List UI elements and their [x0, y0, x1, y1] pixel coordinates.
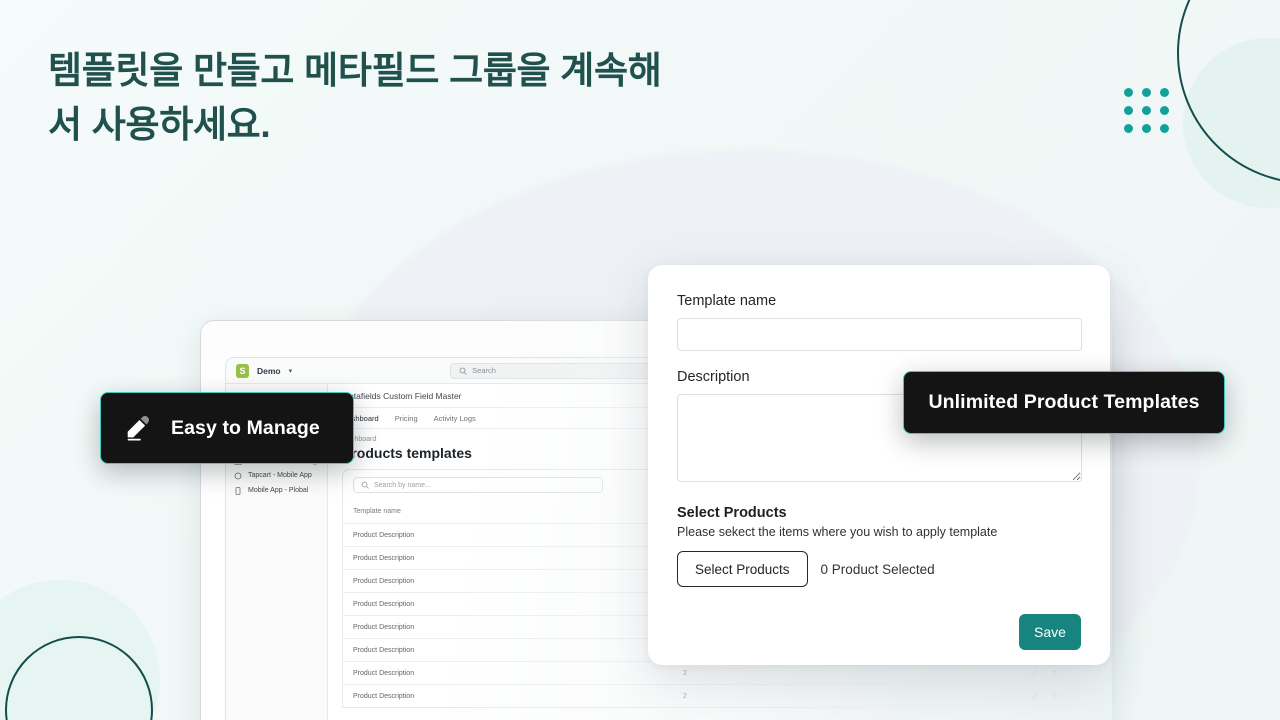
sidebar-item-label: Tapcart - Mobile App: [248, 472, 312, 479]
delete-row-button[interactable]: [1047, 690, 1061, 702]
edit-row-button[interactable]: [1027, 667, 1041, 679]
cell-template-name: Product Description: [353, 669, 415, 677]
cell-template-name: Product Description: [353, 600, 415, 608]
sidebar-item-plobal[interactable]: Mobile App - Plobal: [226, 483, 327, 498]
cell-count: 2: [683, 669, 687, 677]
template-name-input[interactable]: [677, 318, 1082, 351]
cell-template-name: Product Description: [353, 554, 415, 562]
unlimited-templates-label: Unlimited Product Templates: [928, 391, 1200, 413]
select-products-button[interactable]: Select Products: [677, 551, 808, 587]
cell-template-name: Product Description: [353, 646, 415, 654]
delete-row-button[interactable]: [1047, 667, 1061, 679]
cell-count: 2: [683, 692, 687, 700]
page-title: 템플릿을 만들고 메타필드 그룹을 계속해 서 사용하세요.: [48, 50, 662, 145]
row-actions: [1027, 690, 1061, 702]
template-form-card: Template name Description Select Product…: [648, 265, 1110, 665]
pencil-icon: [123, 413, 153, 443]
easy-to-manage-label: Easy to Manage: [171, 416, 320, 439]
cell-template-name: Product Description: [353, 623, 415, 631]
tab-activity-logs[interactable]: Activity Logs: [434, 414, 476, 423]
template-name-label: Template name: [677, 293, 777, 309]
admin-search-input[interactable]: Search: [450, 362, 681, 379]
edit-row-button[interactable]: [1027, 690, 1041, 702]
search-icon: [361, 481, 369, 489]
table-search-placeholder: Search by name...: [374, 481, 431, 489]
promo-banner: 템플릿을 만들고 메타필드 그룹을 계속해 서 사용하세요. Demo ▾ Se…: [0, 0, 1280, 720]
select-products-subtitle: Please sekect the items where you wish t…: [677, 525, 998, 539]
tab-pricing[interactable]: Pricing: [395, 414, 418, 423]
cell-template-name: Product Description: [353, 577, 415, 585]
dot-grid-icon: [1124, 88, 1172, 136]
pencil-icon: [1031, 692, 1038, 699]
table-row[interactable]: Product Description 2: [343, 684, 1071, 707]
column-header-template-name: Template name: [353, 508, 401, 515]
shopify-logo-icon: [236, 363, 249, 378]
cell-template-name: Product Description: [353, 531, 415, 539]
admin-search-placeholder: Search: [472, 366, 496, 375]
circle-icon: [234, 472, 242, 480]
sidebar-item-label: Mobile App - Plobal: [248, 487, 309, 494]
chevron-down-icon[interactable]: ▾: [289, 367, 293, 375]
row-actions: [1027, 667, 1061, 679]
trash-icon: [1051, 670, 1057, 676]
select-products-row: Select Products 0 Product Selected: [677, 551, 1081, 587]
search-icon: [459, 367, 467, 375]
pencil-icon: [1031, 669, 1038, 676]
save-button[interactable]: Save: [1019, 614, 1081, 650]
trash-icon: [1051, 693, 1057, 699]
easy-to-manage-badge: Easy to Manage: [100, 392, 354, 464]
table-search-input[interactable]: Search by name...: [353, 477, 603, 493]
sidebar-item-tapcart[interactable]: Tapcart - Mobile App: [226, 468, 327, 483]
select-products-title: Select Products: [677, 505, 787, 521]
store-name: Demo: [257, 365, 281, 376]
unlimited-templates-badge: Unlimited Product Templates: [903, 371, 1225, 434]
save-row: Save: [677, 614, 1081, 650]
phone-icon: [234, 486, 242, 495]
selected-count-label: 0 Product Selected: [820, 561, 935, 577]
cell-template-name: Product Description: [353, 692, 415, 700]
